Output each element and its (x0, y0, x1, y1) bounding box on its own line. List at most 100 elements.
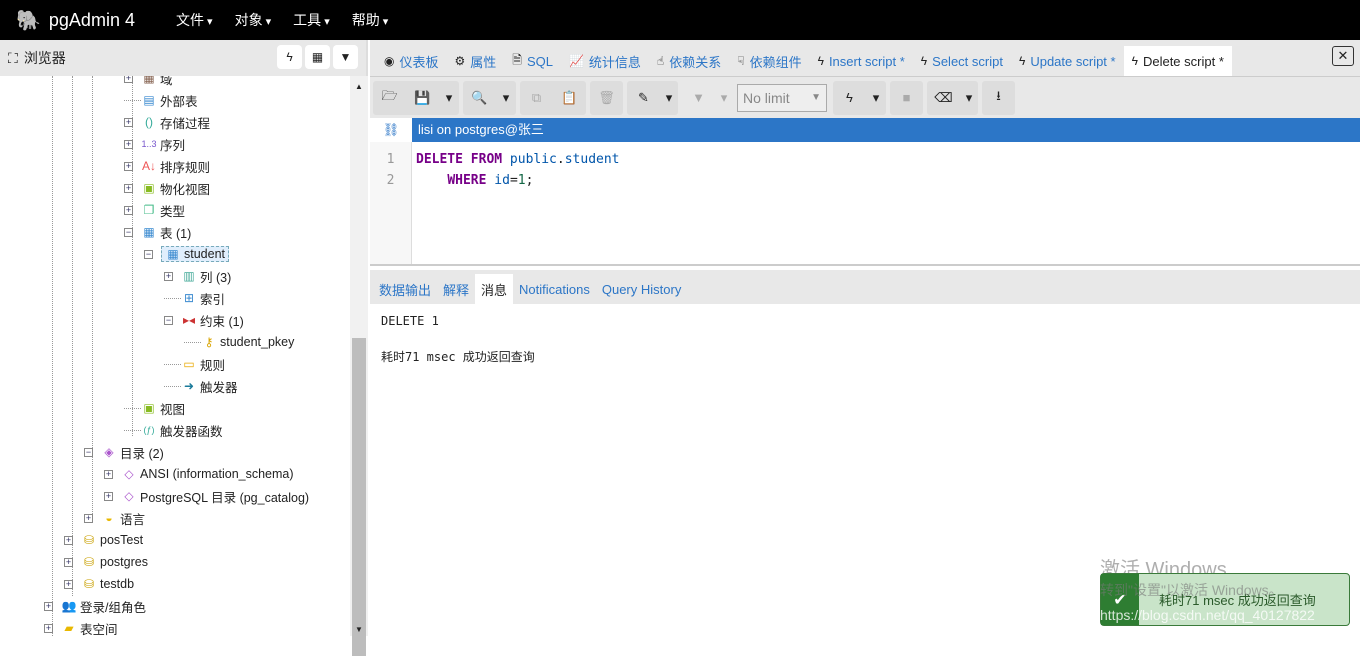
tab-sql[interactable]: 🗎 SQL (504, 46, 561, 76)
tree-item[interactable]: + ◇ PostgreSQL 目录 (pg_catalog) (104, 485, 309, 507)
edit-button[interactable]: ✎ (627, 90, 660, 106)
edit-dropdown-icon[interactable]: ▾ (660, 90, 678, 106)
connection-bar: ⛓ lisi on postgres@张三 (370, 118, 1360, 142)
tab-insert-script[interactable]: ϟ Insert script * (810, 46, 913, 76)
result-tab[interactable]: Query History (596, 274, 687, 304)
paste-button[interactable]: 📋 (553, 90, 586, 106)
expand-icon[interactable]: + (164, 271, 173, 281)
expand-icon[interactable]: + (84, 513, 93, 523)
view-data-button[interactable]: ▦ (305, 45, 330, 69)
expand-icon[interactable]: + (104, 491, 113, 501)
tree-item[interactable]: + ▰ 表空间 (44, 617, 118, 636)
tree-item[interactable]: + ❐ 类型 (124, 199, 185, 221)
filter-button[interactable]: ▼ (682, 90, 715, 105)
collapse-icon[interactable]: − (144, 249, 153, 259)
tree-item[interactable]: − ▦ 表 (1) (124, 221, 191, 243)
sql-editor[interactable]: 12 DELETE FROM public.student WHERE id=1… (370, 142, 1360, 266)
collapse-icon[interactable]: − (164, 315, 173, 325)
tree-item[interactable]: + A↓ 排序规则 (124, 155, 210, 177)
stop-button[interactable]: ■ (890, 90, 923, 105)
scroll-up-icon[interactable]: ▲ (350, 82, 368, 91)
result-tab[interactable]: 消息 (475, 274, 514, 304)
tree-item[interactable]: ⊞ 索引 (164, 287, 225, 309)
result-tab[interactable]: 解释 (437, 274, 475, 304)
find-button[interactable]: 🔍 (463, 90, 496, 106)
expand-icon[interactable]: + (124, 117, 133, 127)
query-tool-button[interactable]: ϟ (277, 45, 302, 69)
tree-item[interactable]: + ⛁ postgres (64, 551, 148, 573)
tree-item[interactable]: ▭ 规则 (164, 353, 225, 375)
tab-delete-script[interactable]: ϟ Delete script * (1123, 46, 1232, 76)
tree-item[interactable]: + ⛁ posTest (64, 529, 143, 551)
tree-item[interactable]: + ▦ 域 (124, 76, 173, 89)
tab-label: Insert script * (828, 53, 905, 69)
connection-link-icon[interactable]: ⛓ (370, 118, 412, 142)
tab-[interactable]: 📈 统计信息 (561, 46, 649, 76)
scrollbar-thumb[interactable] (352, 338, 366, 656)
tree-item[interactable]: + () 存储过程 (124, 111, 210, 133)
delete-button[interactable]: 🗑 (590, 90, 623, 106)
collapse-icon[interactable]: − (124, 227, 133, 237)
open-file-button[interactable]: 🗁 (373, 87, 406, 109)
sql-code[interactable]: DELETE FROM public.student WHERE id=1; (412, 142, 624, 264)
tab-[interactable]: ⚙ 属性 (447, 46, 505, 76)
tree-item[interactable]: + ◒ 语言 (84, 507, 145, 529)
tree-item[interactable]: + ▥ 列 (3) (164, 265, 231, 287)
tree-item[interactable]: + ◇ ANSI (information_schema) (104, 463, 294, 485)
result-tab[interactable]: 数据输出 (373, 274, 437, 304)
collapse-icon[interactable]: − (84, 447, 93, 457)
bolt-icon: ϟ (1018, 54, 1026, 68)
save-dropdown-icon[interactable]: ▾ (439, 90, 459, 106)
expand-icon[interactable]: + (124, 161, 133, 171)
result-tab[interactable]: Notifications (513, 274, 596, 304)
clear-button[interactable]: ⌫ (927, 90, 960, 106)
tree-item[interactable]: − ▸◂ 约束 (1) (164, 309, 244, 331)
tree-item[interactable]: ⚷ student_pkey (184, 331, 294, 353)
menu-object[interactable]: 对象 (235, 10, 272, 30)
filter-dropdown-icon[interactable]: ▾ (715, 90, 733, 106)
expand-icon[interactable]: + (124, 139, 133, 149)
tree-item[interactable]: − ◈ 目录 (2) (84, 441, 164, 463)
tab-select-script[interactable]: ϟ Select script (913, 46, 1011, 76)
expand-icon[interactable]: + (64, 557, 73, 567)
expand-icon[interactable]: + (124, 76, 133, 83)
row-limit-select[interactable]: No limit ▼ (737, 83, 827, 112)
save-button[interactable]: 💾 (406, 90, 439, 106)
tab-[interactable]: ◉ 仪表板 (376, 46, 447, 76)
tab-update-script[interactable]: ϟ Update script * (1011, 46, 1124, 76)
expand-icon[interactable]: + (44, 623, 53, 633)
scroll-down-icon[interactable]: ▼ (350, 625, 368, 634)
tree-item[interactable]: + 👥 登录/组角色 (44, 595, 146, 617)
tab-[interactable]: ☟ 依赖组件 (729, 46, 809, 76)
expand-icon[interactable]: + (104, 469, 113, 479)
tree-item[interactable]: ▤ 外部表 (124, 89, 198, 111)
download-button[interactable]: ⭳ (982, 87, 1015, 109)
expand-icon[interactable]: + (64, 535, 73, 545)
menu-help[interactable]: 帮助 (352, 10, 389, 30)
connection-label[interactable]: lisi on postgres@张三 (412, 118, 1360, 142)
menu-tools[interactable]: 工具 (293, 10, 330, 30)
expand-icon[interactable]: + (44, 601, 53, 611)
tree-item[interactable]: ➜ 触发器 (164, 375, 238, 397)
tree-item[interactable]: + ⛁ testdb (64, 573, 134, 595)
clear-dropdown-icon[interactable]: ▾ (960, 90, 978, 106)
find-dropdown-icon[interactable]: ▾ (496, 90, 516, 106)
menu-file[interactable]: 文件 (176, 10, 213, 30)
tree-scrollbar[interactable]: ▲ ▼ (350, 76, 368, 656)
tab-label: 统计信息 (588, 54, 641, 70)
tree-item[interactable]: − ▦ student (144, 243, 230, 265)
expand-icon[interactable]: + (124, 205, 133, 215)
tree-item[interactable]: +1..3 序列 (124, 133, 185, 155)
tree-item[interactable]: + ▣ 物化视图 (124, 177, 210, 199)
tab-[interactable]: ☝ 依赖关系 (649, 46, 729, 76)
tree-item[interactable]: (ƒ) 触发器函数 (124, 419, 223, 441)
copy-button[interactable]: ⧉ (520, 90, 553, 106)
close-tab-button[interactable]: ✕ (1332, 46, 1354, 66)
expand-icon[interactable]: + (64, 579, 73, 589)
execute-button[interactable]: ϟ (833, 90, 866, 105)
tree-item[interactable]: ▣ 视图 (124, 397, 185, 419)
browser-panel: ⛶ 浏览器 ϟ ▦ ▼ + ▦ 域 ▤ 外部表 +() 存储过程 +1..3 序列 + A↓ 排序规则… (0, 40, 368, 656)
execute-dropdown-icon[interactable]: ▾ (866, 90, 886, 106)
filter-button[interactable]: ▼ (333, 45, 358, 69)
expand-icon[interactable]: + (124, 183, 133, 193)
